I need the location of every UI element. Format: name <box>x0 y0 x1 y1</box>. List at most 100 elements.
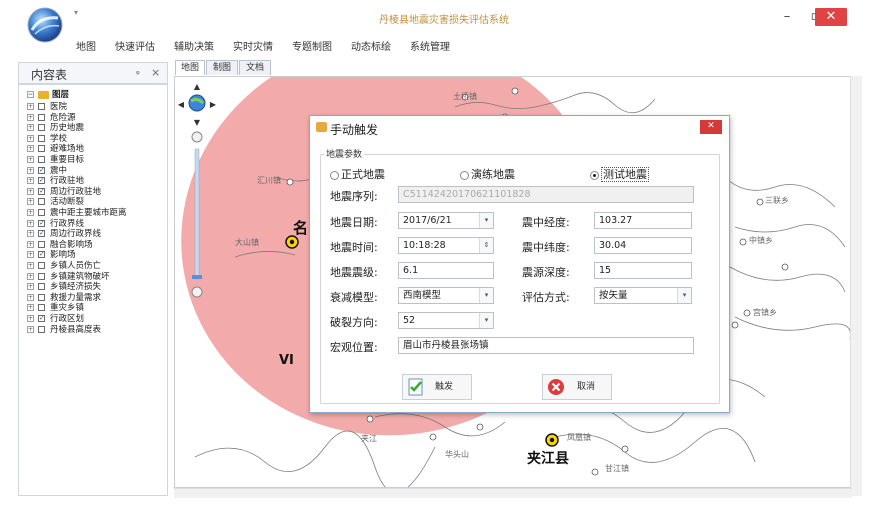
expand-icon[interactable]: + <box>27 240 34 248</box>
expand-icon[interactable]: + <box>27 166 34 174</box>
tab-document[interactable]: 文档 <box>239 60 271 75</box>
layer-visibility-checkbox[interactable] <box>38 304 45 312</box>
layer-visibility-checkbox[interactable]: ✓ <box>38 251 45 259</box>
layer-item[interactable]: + 乡镇建筑物破坏 <box>27 272 110 282</box>
menu-thematic-mapping[interactable]: 专题制图 <box>292 38 332 53</box>
chevron-down-icon[interactable]: ▾ <box>479 213 493 228</box>
expand-icon[interactable]: + <box>27 134 34 142</box>
chevron-down-icon[interactable]: ▾ <box>479 288 493 303</box>
layer-item[interactable]: + 救援力量需求 <box>27 293 101 303</box>
layer-visibility-checkbox[interactable]: ✓ <box>38 230 45 238</box>
layer-visibility-checkbox[interactable] <box>38 325 45 333</box>
expand-icon[interactable]: + <box>27 262 34 269</box>
toc-close-icon[interactable]: × <box>151 66 160 79</box>
cancel-button[interactable]: 取消 <box>542 374 612 400</box>
layer-item[interactable]: + 乡镇人员伤亡 <box>27 261 101 271</box>
collapse-icon[interactable]: − <box>27 91 34 98</box>
layer-visibility-checkbox[interactable] <box>38 293 45 301</box>
layer-visibility-checkbox[interactable]: ✓ <box>38 166 45 174</box>
magnitude-field[interactable]: 6.1 <box>398 262 494 279</box>
expand-icon[interactable]: + <box>27 315 34 322</box>
expand-icon[interactable]: + <box>27 293 34 301</box>
layer-visibility-checkbox[interactable] <box>38 262 45 269</box>
layer-visibility-checkbox[interactable] <box>38 134 45 142</box>
layer-item[interactable]: + 医院 <box>27 102 67 112</box>
expand-icon[interactable]: + <box>27 304 34 312</box>
layer-item[interactable]: + ✓ 周边行政界线 <box>27 229 101 239</box>
expand-icon[interactable]: + <box>27 145 34 153</box>
layer-visibility-checkbox[interactable]: ✓ <box>38 177 45 185</box>
chevron-down-icon[interactable]: ▾ <box>479 313 493 328</box>
menu-realtime-disaster[interactable]: 实时灾情 <box>233 38 273 53</box>
expand-icon[interactable]: + <box>27 230 34 238</box>
trigger-button[interactable]: 触发 <box>402 374 472 400</box>
layer-visibility-checkbox[interactable]: ✓ <box>38 187 45 195</box>
dialog-close-button[interactable]: ✕ <box>700 120 722 134</box>
map-navigation-control[interactable]: ▲ ◀ ▶ ▼ <box>175 77 219 307</box>
layer-visibility-checkbox[interactable] <box>38 145 45 153</box>
expand-icon[interactable]: + <box>27 187 34 195</box>
latitude-field[interactable]: 30.04 <box>594 237 692 254</box>
layer-item[interactable]: + 重要目标 <box>27 155 84 165</box>
menu-map[interactable]: 地图 <box>76 38 96 53</box>
attenuation-select[interactable]: 西南模型 ▾ <box>398 287 494 304</box>
layer-visibility-checkbox[interactable] <box>38 272 45 280</box>
layer-visibility-checkbox[interactable] <box>38 103 45 110</box>
expand-icon[interactable]: + <box>27 113 34 121</box>
layer-item[interactable]: + 学校 <box>27 134 67 144</box>
layer-visibility-checkbox[interactable] <box>38 113 45 121</box>
time-spinner[interactable]: 10:18:28 ⇕ <box>398 237 494 254</box>
expand-icon[interactable]: + <box>27 325 34 333</box>
layer-visibility-checkbox[interactable] <box>38 283 45 291</box>
expand-icon[interactable]: + <box>27 156 34 163</box>
expand-icon[interactable]: + <box>27 209 34 216</box>
radio-formal-earthquake[interactable]: 正式地震 <box>330 166 385 182</box>
layer-visibility-checkbox[interactable] <box>38 156 45 163</box>
layer-visibility-checkbox[interactable] <box>38 198 45 206</box>
layer-item[interactable]: + ✓ 影响场 <box>27 250 76 260</box>
horizontal-scrollbar[interactable] <box>174 488 852 498</box>
longitude-field[interactable]: 103.27 <box>594 212 692 229</box>
pin-icon[interactable]: ᵩ <box>136 67 140 77</box>
menu-decision-support[interactable]: 辅助决策 <box>174 38 214 53</box>
layer-item[interactable]: + 危险源 <box>27 113 76 123</box>
expand-icon[interactable]: + <box>27 272 34 280</box>
layer-item[interactable]: + 活动断裂 <box>27 197 84 207</box>
minimize-button[interactable]: – <box>774 8 800 26</box>
layer-item[interactable]: + 丹棱县高度表 <box>27 325 101 335</box>
tab-map[interactable]: 地图 <box>175 60 205 75</box>
close-button[interactable]: ✕ <box>815 8 847 26</box>
layer-item[interactable]: + 历史地震 <box>27 123 84 133</box>
expand-icon[interactable]: + <box>27 103 34 110</box>
location-field[interactable]: 眉山市丹棱县张场镇 <box>398 337 694 354</box>
layer-item[interactable]: + ✓ 行政驻地 <box>27 176 84 186</box>
chevron-down-icon[interactable]: ▾ <box>677 288 691 303</box>
menu-system-management[interactable]: 系统管理 <box>410 38 450 53</box>
layer-visibility-checkbox[interactable] <box>38 124 45 132</box>
dialog-title-bar[interactable]: 手动触发 ✕ <box>310 116 729 138</box>
layer-item[interactable]: + ✓ 行政区划 <box>27 314 84 324</box>
layer-item[interactable]: + 融合影响场 <box>27 240 93 250</box>
tab-layout[interactable]: 制图 <box>206 60 238 75</box>
layer-tree-root[interactable]: − 图层 <box>27 90 69 100</box>
rupture-select[interactable]: 52 ▾ <box>398 312 494 329</box>
expand-icon[interactable]: + <box>27 219 34 227</box>
expand-icon[interactable]: + <box>27 198 34 206</box>
layer-item[interactable]: + ✓ 周边行政驻地 <box>27 187 101 197</box>
date-picker[interactable]: 2017/6/21 ▾ <box>398 212 494 229</box>
expand-icon[interactable]: + <box>27 283 34 291</box>
layer-item[interactable]: + 避难场地 <box>27 144 84 154</box>
layer-item[interactable]: + 乡镇经济损失 <box>27 282 101 292</box>
menu-dynamic-plotting[interactable]: 动态标绘 <box>351 38 391 53</box>
radio-drill-earthquake[interactable]: 演练地震 <box>460 166 515 182</box>
layer-visibility-checkbox[interactable]: ✓ <box>38 219 45 227</box>
menu-quick-assessment[interactable]: 快速评估 <box>115 38 155 53</box>
vertical-scrollbar[interactable] <box>850 76 862 496</box>
layer-item[interactable]: + 震中距主要城市距离 <box>27 208 127 218</box>
expand-icon[interactable]: + <box>27 177 34 185</box>
layer-visibility-checkbox[interactable] <box>38 240 45 248</box>
method-select[interactable]: 按矢量 ▾ <box>594 287 692 304</box>
expand-icon[interactable]: + <box>27 124 34 132</box>
layer-item[interactable]: + ✓ 震中 <box>27 166 67 176</box>
layer-visibility-checkbox[interactable] <box>38 209 45 216</box>
